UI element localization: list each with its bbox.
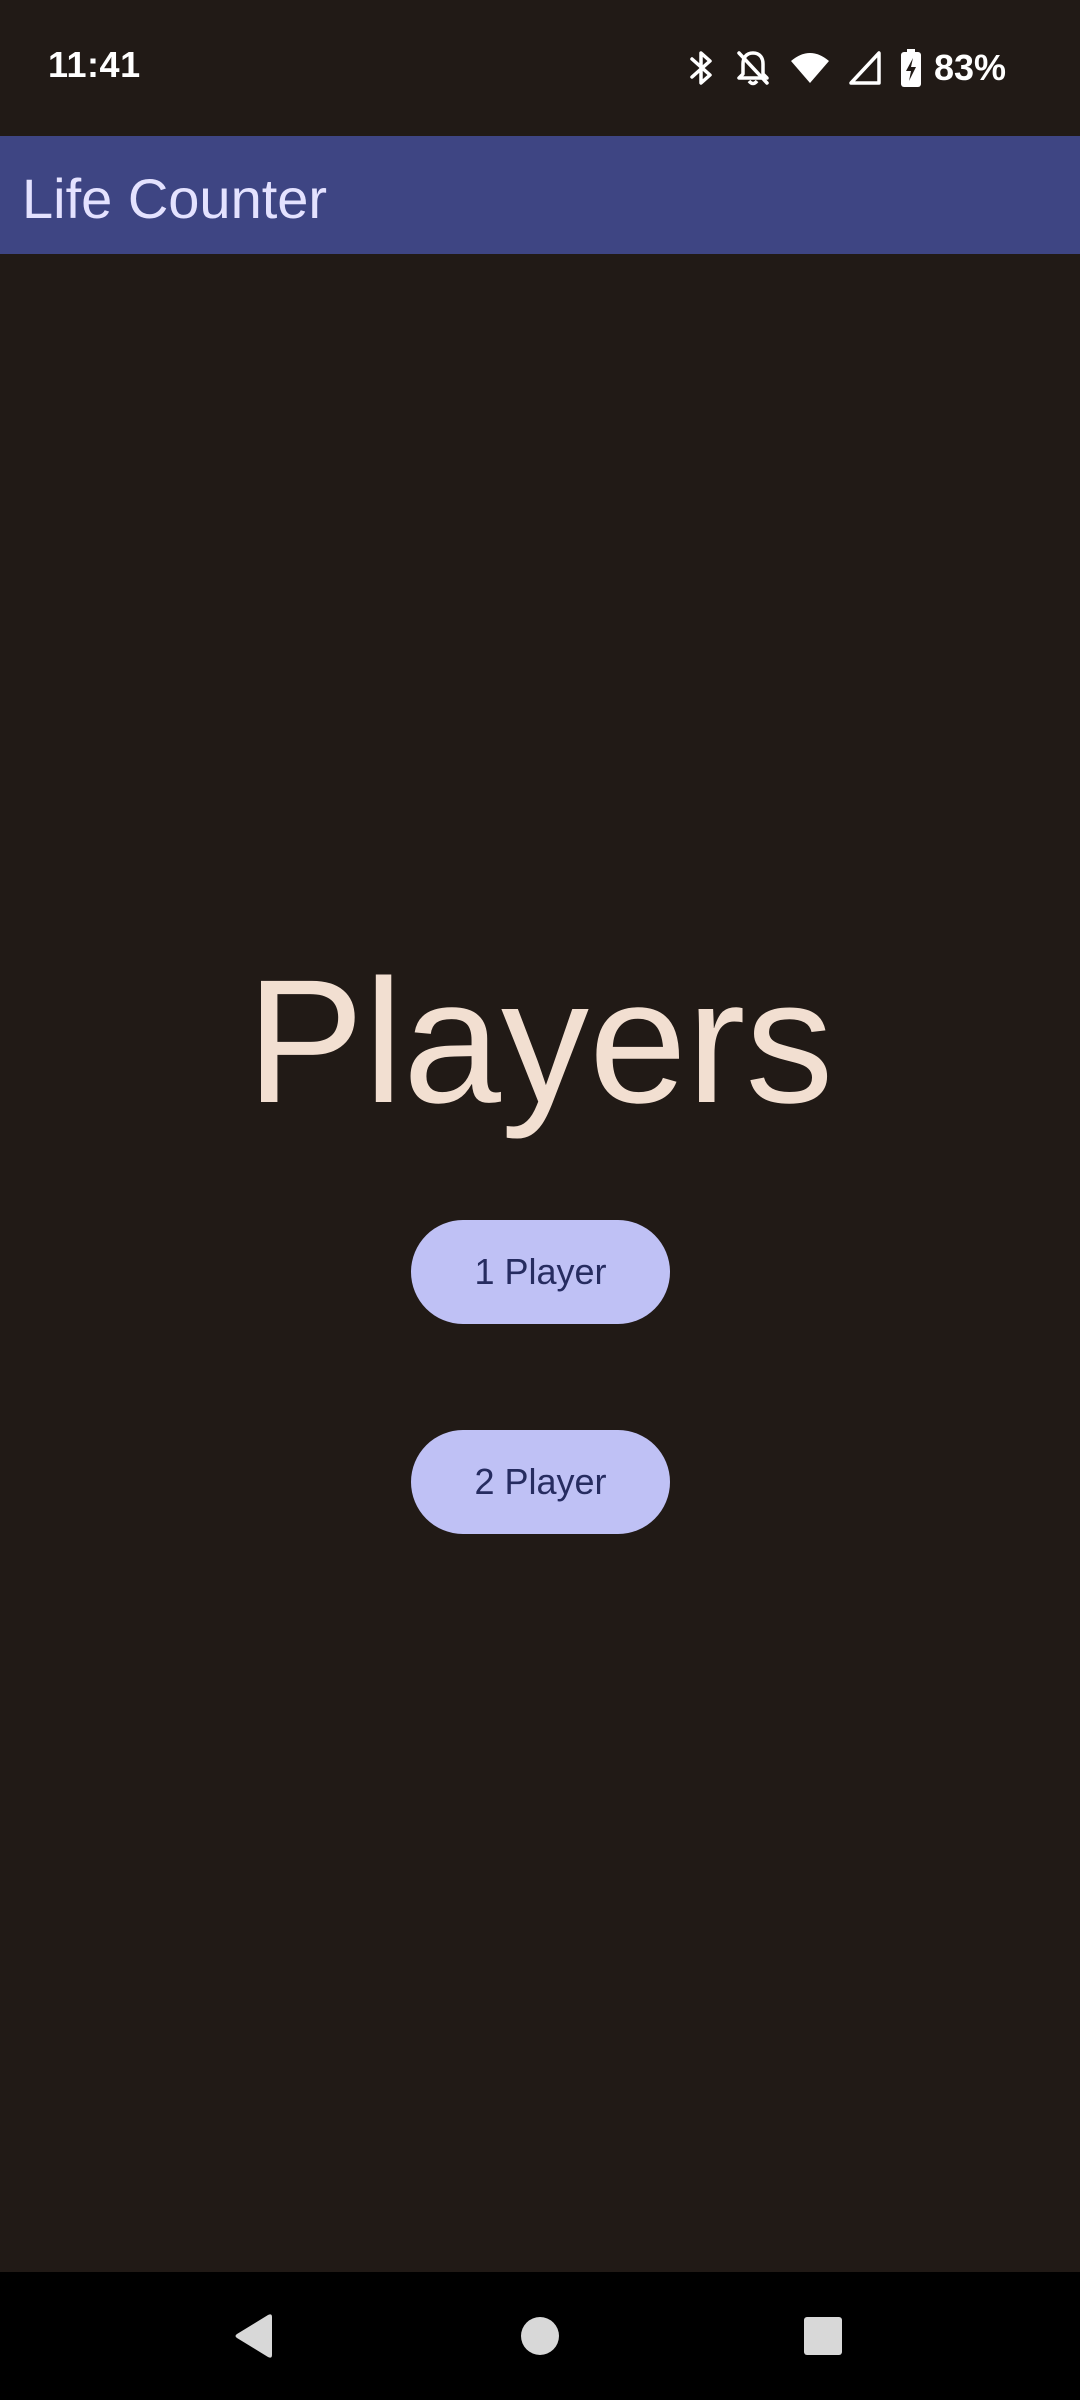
screen: 11:41 83% Life Counter Players 1 Player … <box>0 0 1080 2400</box>
navigation-bar <box>0 2272 1080 2400</box>
app-title: Life Counter <box>22 167 328 230</box>
status-time: 11:41 <box>48 44 141 85</box>
status-icons: 83% <box>686 44 1006 92</box>
players-heading: Players <box>246 944 834 1140</box>
app-bar: Life Counter <box>0 136 1080 254</box>
battery-charging-icon <box>900 48 922 88</box>
recents-icon[interactable] <box>789 2302 857 2370</box>
bluetooth-icon <box>686 48 716 88</box>
notifications-off-icon <box>734 48 772 88</box>
main-content: Players 1 Player 2 Player <box>0 254 1080 2272</box>
battery-percent: 83% <box>933 47 1006 88</box>
two-player-button[interactable]: 2 Player <box>411 1430 670 1534</box>
wifi-icon <box>790 50 830 86</box>
one-player-button[interactable]: 1 Player <box>411 1220 670 1324</box>
status-bar: 11:41 83% <box>0 0 1080 136</box>
home-icon[interactable] <box>506 2302 574 2370</box>
back-icon[interactable] <box>220 2302 288 2370</box>
cellular-signal-icon <box>848 50 882 86</box>
